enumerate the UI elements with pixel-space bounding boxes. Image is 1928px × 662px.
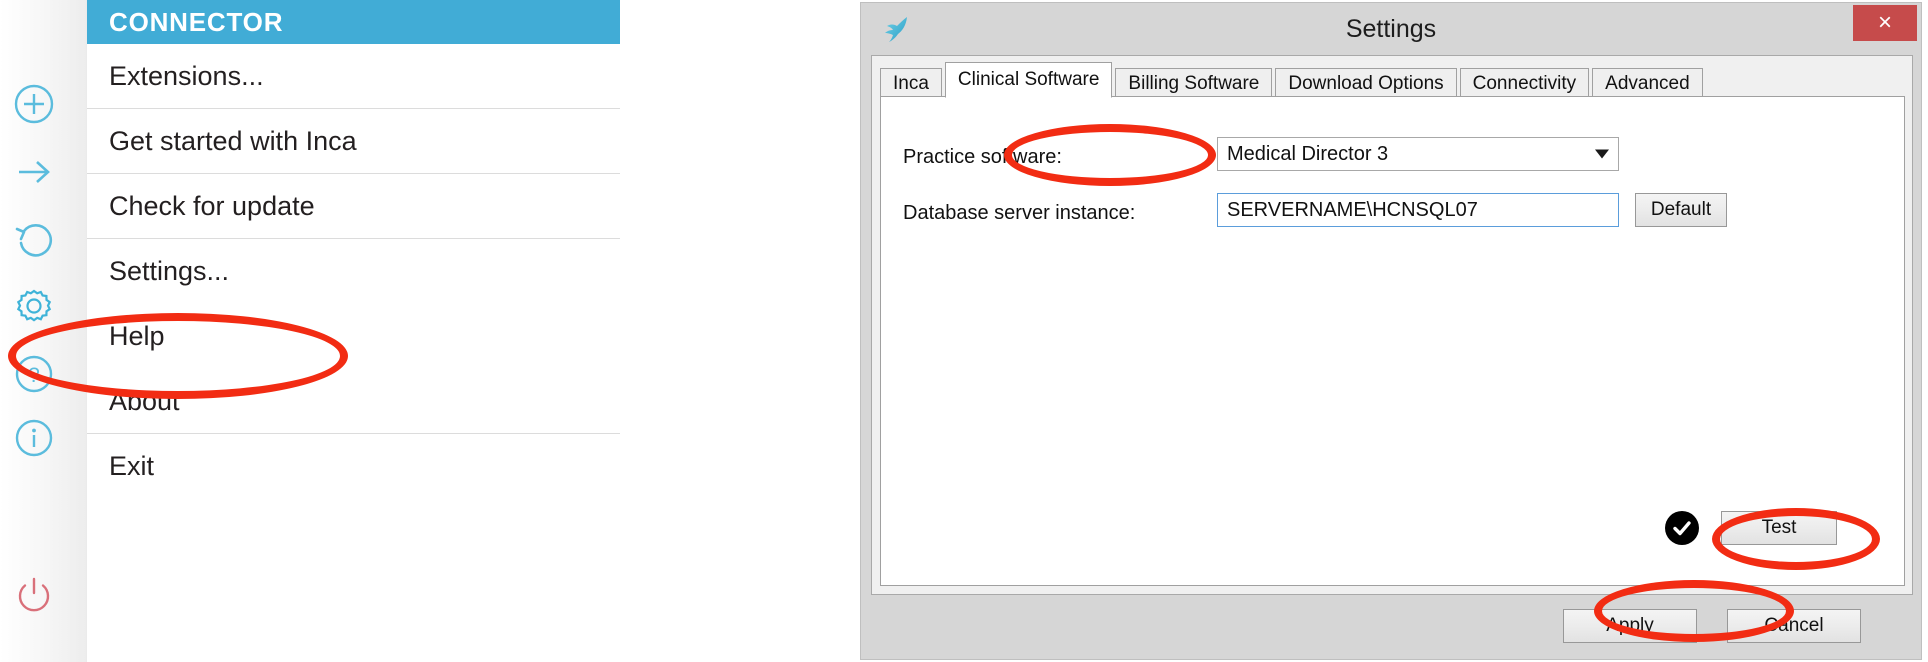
dialog-footer: Apply Cancel: [871, 597, 1913, 655]
database-server-instance-label-row: Database server instance:: [903, 202, 1135, 225]
tab-advanced[interactable]: Advanced: [1592, 68, 1703, 98]
gear-icon[interactable]: [10, 282, 58, 330]
menu-item-label: Check for update: [109, 190, 315, 221]
menu-item-help[interactable]: Help: [87, 304, 620, 369]
menu-item-exit[interactable]: Exit: [87, 434, 620, 499]
question-circle-icon[interactable]: ?: [10, 350, 58, 398]
settings-dialog: Settings × Inca Clinical Software Billin…: [860, 2, 1922, 660]
svg-text:?: ?: [28, 364, 40, 387]
tab-label: Advanced: [1605, 72, 1690, 94]
apply-button-label: Apply: [1606, 615, 1654, 636]
dialog-body: Inca Clinical Software Billing Software …: [871, 55, 1913, 595]
tab-download-options[interactable]: Download Options: [1275, 68, 1457, 98]
refresh-icon[interactable]: [10, 215, 58, 263]
menu-item-label: About: [109, 385, 180, 416]
menu-item-label: Extensions...: [109, 60, 264, 91]
power-icon[interactable]: [10, 570, 58, 618]
connector-icon-rail: ?: [0, 0, 86, 662]
tab-billing-software[interactable]: Billing Software: [1115, 68, 1273, 98]
default-button-label: Default: [1650, 199, 1712, 220]
dialog-titlebar[interactable]: Settings ×: [861, 3, 1921, 55]
menu-item-label: Get started with Inca: [109, 125, 357, 156]
menu-item-label: Exit: [109, 451, 155, 481]
tab-label: Billing Software: [1128, 72, 1260, 94]
apply-button[interactable]: Apply: [1563, 609, 1697, 643]
settings-tabstrip: Inca Clinical Software Billing Software …: [880, 62, 1912, 98]
plus-circle-icon[interactable]: [10, 80, 58, 128]
menu-item-label: Settings...: [109, 256, 230, 286]
chevron-down-icon: [1595, 149, 1609, 159]
connector-menu-list-column: CONNECTOR Extensions... Get started with…: [86, 0, 620, 662]
menu-item-label: Help: [109, 321, 165, 351]
cancel-button-label: Cancel: [1764, 615, 1824, 636]
tab-label: Download Options: [1288, 72, 1444, 94]
menu-item-about[interactable]: About: [87, 369, 620, 434]
menu-item-check-for-update[interactable]: Check for update: [87, 174, 620, 239]
practice-software-value: Medical Director 3: [1227, 142, 1389, 165]
menu-item-get-started[interactable]: Get started with Inca: [87, 109, 620, 174]
test-button-label: Test: [1761, 517, 1797, 538]
tab-inca[interactable]: Inca: [880, 68, 942, 98]
tab-label: Clinical Software: [957, 69, 1100, 90]
screenshot-root: ? CONNECTOR Extensions... Get started wi…: [0, 0, 1928, 662]
default-button[interactable]: Default: [1635, 193, 1727, 227]
connector-menu: ? CONNECTOR Extensions... Get started wi…: [0, 0, 620, 662]
connector-menu-items: Extensions... Get started with Inca Chec…: [87, 44, 620, 499]
menu-item-settings[interactable]: Settings...: [87, 239, 620, 304]
info-circle-icon[interactable]: [10, 414, 58, 462]
tab-label: Inca: [893, 72, 929, 94]
arrow-right-icon[interactable]: [10, 148, 58, 196]
database-server-instance-value: SERVERNAME\HCNSQL07: [1227, 198, 1478, 221]
check-circle-icon: [1665, 511, 1699, 545]
tab-clinical-software[interactable]: Clinical Software: [944, 62, 1113, 98]
database-server-instance-label: Database server instance:: [903, 202, 1136, 224]
practice-software-label: Practice software:: [903, 146, 1062, 168]
close-icon[interactable]: ×: [1853, 5, 1917, 41]
dialog-title: Settings: [1345, 14, 1437, 43]
tabpanel-clinical-software: Practice software: Medical Director 3 Da…: [880, 96, 1905, 586]
database-server-instance-input[interactable]: SERVERNAME\HCNSQL07: [1217, 193, 1619, 227]
practice-software-select[interactable]: Medical Director 3: [1217, 137, 1619, 171]
connector-title: CONNECTOR: [87, 0, 620, 44]
cancel-button[interactable]: Cancel: [1727, 609, 1861, 643]
test-button[interactable]: Test: [1721, 511, 1837, 545]
menu-item-extensions[interactable]: Extensions...: [87, 44, 620, 109]
tab-label: Connectivity: [1472, 72, 1577, 94]
practice-software-label-row: Practice software:: [903, 146, 1062, 169]
tab-connectivity[interactable]: Connectivity: [1459, 68, 1590, 98]
